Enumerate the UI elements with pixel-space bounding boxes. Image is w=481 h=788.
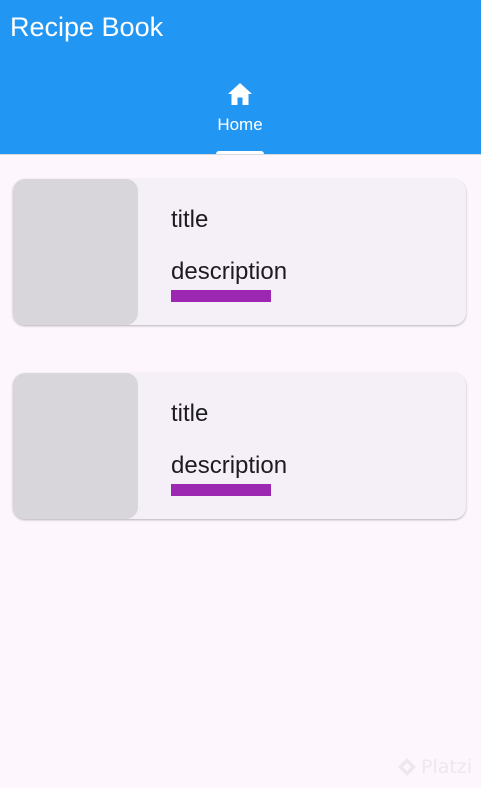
platzi-logo-icon (398, 758, 416, 776)
tab-bar-divider (0, 154, 481, 155)
recipe-card[interactable]: title description (13, 179, 466, 325)
recipe-title: title (171, 206, 209, 233)
app-title: Recipe Book (10, 12, 164, 42)
recipe-description: description (171, 452, 288, 479)
recipe-title: title (171, 400, 209, 427)
tab-home[interactable]: Home (216, 82, 264, 154)
recipe-accent-bar (171, 484, 271, 496)
recipe-image-placeholder (13, 373, 138, 519)
recipe-accent-bar (171, 290, 271, 302)
home-icon (228, 83, 252, 105)
platzi-watermark: Platzi (397, 754, 472, 780)
app-bar: Recipe Book Home (0, 0, 481, 154)
recipe-description: description (171, 258, 288, 285)
recipe-card[interactable]: title description (13, 373, 466, 519)
watermark-text: Platzi (421, 756, 473, 778)
tab-home-label: Home (217, 115, 263, 134)
recipe-image-placeholder (13, 179, 138, 325)
